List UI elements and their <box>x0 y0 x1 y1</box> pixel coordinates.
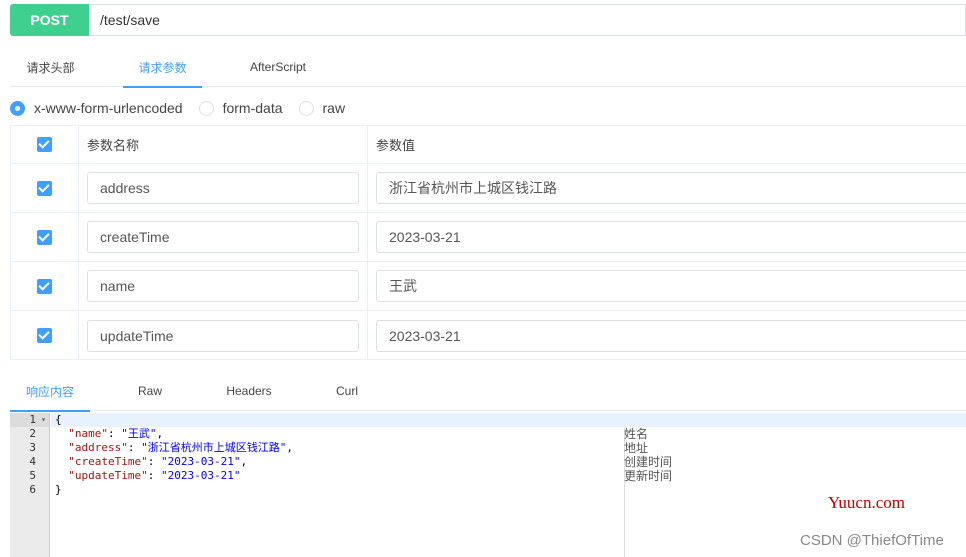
json-value: "2023-03-21" <box>160 455 241 468</box>
radio-form-data[interactable]: form-data <box>198 100 283 116</box>
radio-label: raw <box>322 100 346 116</box>
line-number: 4 <box>29 455 36 468</box>
url-input[interactable]: /test/save <box>89 4 966 36</box>
table-row: address 浙江省杭州市上城区钱江路 <box>11 164 966 213</box>
code-line: { <box>55 413 62 426</box>
param-value-input[interactable]: 浙江省杭州市上城区钱江路 <box>376 172 966 204</box>
param-value-input[interactable]: 2023-03-21 <box>376 221 966 253</box>
code-line: "updateTime": "2023-03-21" <box>68 469 241 482</box>
row-checkbox[interactable] <box>37 328 52 343</box>
param-value-input[interactable]: 2023-03-21 <box>376 319 966 352</box>
table-row: updateTime 2023-03-21 <box>11 311 966 360</box>
radio-urlencoded[interactable]: x-www-form-urlencoded <box>10 100 183 116</box>
tab-headers[interactable]: Headers <box>214 371 284 411</box>
tab-request-params[interactable]: 请求参数 <box>123 47 202 88</box>
tab-request-headers[interactable]: 请求头部 <box>10 47 91 87</box>
tab-curl[interactable]: Curl <box>322 371 372 411</box>
fold-arrow-icon[interactable]: ▾ <box>41 413 46 427</box>
row-checkbox[interactable] <box>37 180 52 196</box>
code-line: "createTime": "2023-03-21", <box>68 455 248 468</box>
param-name-input[interactable]: createTime <box>87 221 359 253</box>
radio-unselected-icon <box>298 100 314 116</box>
field-comment: 更新时间 <box>624 469 673 483</box>
radio-selected-icon <box>10 100 25 116</box>
request-tabs: 请求头部 请求参数 AfterScript <box>10 47 966 88</box>
table-row: createTime 2023-03-21 <box>11 213 966 262</box>
radio-label: form-data <box>222 100 283 116</box>
json-key: "updateTime" <box>68 469 148 482</box>
author-watermark: CSDN @ThiefOfTime <box>800 532 944 549</box>
active-line-highlight <box>51 413 966 427</box>
field-comment: 创建时间 <box>624 455 673 469</box>
param-name-input[interactable]: name <box>87 270 359 302</box>
select-all-checkbox[interactable] <box>37 137 52 152</box>
request-url-bar: POST /test/save <box>10 4 966 36</box>
line-number: 2 <box>29 427 36 440</box>
row-checkbox[interactable] <box>37 278 52 294</box>
param-value-input[interactable]: 王武 <box>376 270 966 302</box>
field-comment: 姓名 <box>624 427 649 441</box>
column-header-name: 参数名称 <box>87 138 140 153</box>
field-comment: 地址 <box>624 441 649 455</box>
json-key: "createTime" <box>68 455 148 468</box>
json-value: "王武" <box>121 427 157 440</box>
site-watermark: Yuucn.com <box>828 493 905 512</box>
tab-afterscript[interactable]: AfterScript <box>232 47 324 87</box>
tab-response-content[interactable]: 响应内容 <box>10 371 90 412</box>
line-number: 1 ▾ <box>10 413 49 427</box>
line-number: 5 <box>29 469 36 482</box>
params-table-header: 参数名称 参数值 <box>11 126 966 164</box>
body-type-radio-group: x-www-form-urlencoded form-data raw <box>10 97 361 119</box>
response-tabs: 响应内容 Raw Headers Curl <box>10 371 966 412</box>
line-number-gutter: 1 ▾ 2 3 4 5 6 <box>10 413 50 557</box>
code-line: "address": "浙江省杭州市上城区钱江路", <box>68 441 293 454</box>
line-number: 3 <box>29 441 36 454</box>
row-checkbox[interactable] <box>37 229 52 245</box>
tab-raw[interactable]: Raw <box>120 371 180 411</box>
code-line: } <box>55 483 62 496</box>
radio-unselected-icon <box>198 100 214 116</box>
column-header-value: 参数值 <box>376 138 416 153</box>
param-name-input[interactable]: address <box>87 172 359 204</box>
table-row: name 王武 <box>11 262 966 311</box>
params-table: 参数名称 参数值 address 浙江省杭州市上城区钱江路 createTime… <box>10 125 966 360</box>
line-number: 6 <box>29 483 36 496</box>
param-name-input[interactable]: updateTime <box>87 319 359 352</box>
code-line: "name": "王武", <box>68 427 164 440</box>
json-value: "2023-03-21" <box>160 469 241 482</box>
radio-raw[interactable]: raw <box>298 100 346 116</box>
json-value: "浙江省杭州市上城区钱江路" <box>141 441 287 454</box>
http-method-button[interactable]: POST <box>10 4 89 36</box>
json-key: "name" <box>68 427 108 440</box>
radio-label: x-www-form-urlencoded <box>34 100 183 116</box>
json-key: "address" <box>68 441 128 454</box>
